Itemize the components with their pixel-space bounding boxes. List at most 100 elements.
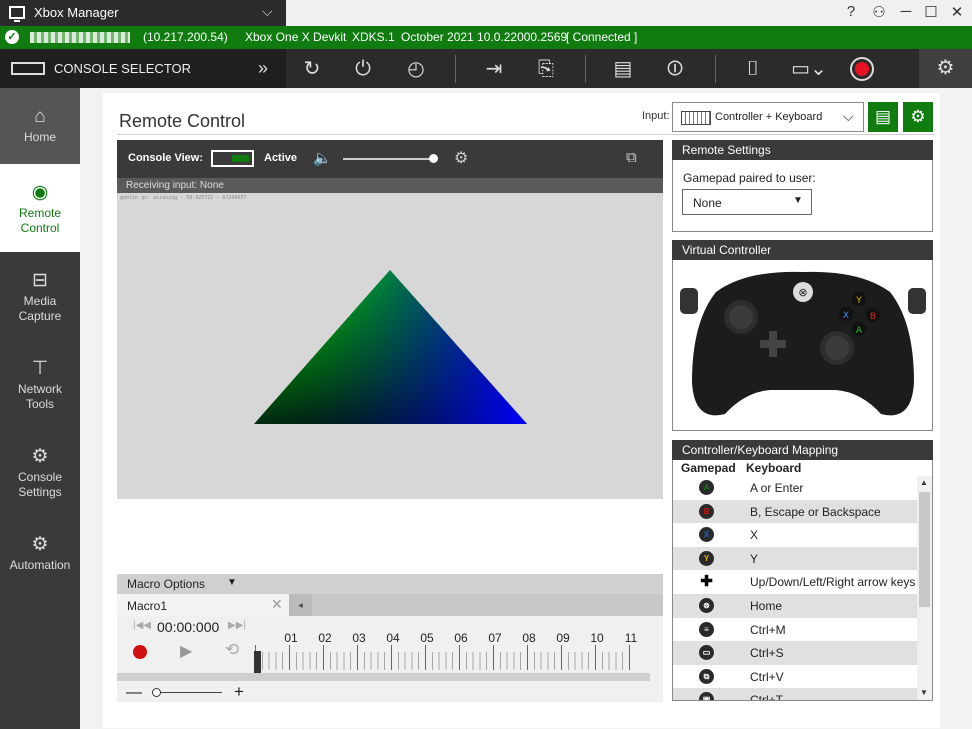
add-macro-tab-icon[interactable]: ◂: [289, 594, 312, 616]
clipboard-icon: ▤: [874, 107, 892, 126]
nav-home[interactable]: ⌂ Home: [0, 88, 80, 164]
macro-tab-label: Macro1: [127, 599, 168, 613]
gamepad-button-icon: Y: [699, 550, 714, 566]
timeline-ruler-major: [255, 645, 635, 670]
nav-media-capture[interactable]: ⊟ Media Capture: [0, 252, 80, 340]
virtual-controller[interactable]: ⊗ Y X B A: [676, 262, 930, 428]
video-icon[interactable]: ▭⌄: [789, 55, 829, 83]
mapping-row: ≡ Ctrl+M: [673, 618, 917, 642]
title-bar: Xbox Manager ⌵ ? ⚇ ─ ☐ ✕: [0, 0, 972, 26]
zoom-slider-track[interactable]: [152, 692, 222, 693]
debug-overlay-text: goblin qc: aliasing - 59.925721 - 672666…: [120, 195, 247, 201]
connection-state: [ Connected ]: [566, 30, 638, 44]
timeline-scrollbar[interactable]: [117, 673, 650, 681]
nav-network-tools[interactable]: ⊤ Network Tools: [0, 340, 80, 428]
file-explorer-icon[interactable]: ⎘: [532, 55, 560, 83]
mapping-header: Gamepad Keyboard: [673, 460, 917, 476]
timeline-tick: 06: [454, 631, 468, 645]
close-tab-icon[interactable]: ✕: [271, 596, 283, 613]
maximize-button[interactable]: ☐: [920, 3, 942, 21]
timeline-playhead[interactable]: [254, 651, 261, 673]
keyboard-mapping: A or Enter: [750, 481, 804, 495]
zoom-out-button[interactable]: —: [126, 684, 142, 702]
timer-icon[interactable]: ◴: [402, 55, 430, 83]
timeline-tick: 10: [590, 631, 604, 645]
macro-tab[interactable]: Macro1 ✕: [117, 594, 289, 616]
nav-console-settings[interactable]: ⚙ Console Settings: [0, 428, 80, 516]
macro-loop-icon[interactable]: ⟲: [225, 640, 239, 660]
reboot-icon[interactable]: ⏼: [661, 55, 689, 83]
console-type: Xbox One X Devkit: [245, 30, 347, 44]
help-icon[interactable]: ?: [840, 3, 862, 20]
volume-slider[interactable]: [343, 154, 438, 163]
triangle-down-icon: ▼: [793, 195, 803, 206]
keyboard-mapping: B, Escape or Backspace: [750, 504, 881, 519]
network-icon: ⊤: [31, 358, 49, 379]
settings-icon[interactable]: ⚙: [919, 49, 972, 88]
input-info-button[interactable]: ▤: [868, 102, 898, 132]
timeline-tick: 11: [624, 631, 638, 645]
mapping-row: XX: [673, 523, 917, 547]
feedback-icon[interactable]: ⚇: [868, 3, 890, 21]
keyboard-mapping: X: [750, 528, 759, 543]
media-icon: ⊟: [32, 270, 48, 291]
mapping-row: ⊗ Home: [673, 594, 917, 618]
timeline-tick: 04: [386, 631, 400, 645]
app-tab[interactable]: Xbox Manager ⌵: [0, 0, 286, 26]
nav-automation[interactable]: ⚙ Automation: [0, 516, 80, 596]
console-selector[interactable]: CONSOLE SELECTOR »: [0, 49, 286, 88]
gamepad-button-icon: X: [699, 527, 714, 543]
keyboard-mapping: Ctrl+S: [750, 646, 784, 661]
double-chevron-right-icon[interactable]: »: [258, 58, 268, 79]
mapping-row: ⧉ Ctrl+V: [673, 665, 917, 689]
input-settings-button[interactable]: ⚙: [903, 102, 933, 132]
triangle-down-icon: ▼: [227, 577, 237, 588]
gamepad-button-icon: B: [699, 503, 714, 519]
volume-icon[interactable]: 🔈: [313, 149, 332, 167]
deploy-icon[interactable]: ⇥: [480, 55, 508, 83]
skip-forward-icon[interactable]: ▶▶|: [228, 620, 246, 631]
svg-text:Y: Y: [855, 296, 862, 306]
gamepad-user-select[interactable]: None ▼: [682, 189, 812, 215]
scrollbar-thumb[interactable]: [919, 492, 930, 607]
power-icon[interactable]: ⏻: [349, 55, 377, 83]
keyboard-column-header: Keyboard: [746, 461, 802, 475]
mapping-title: Controller/Keyboard Mapping: [672, 440, 933, 460]
volume-slider-thumb[interactable]: [429, 154, 438, 163]
capture-screenshot-icon[interactable]: ▤: [609, 55, 637, 83]
chevron-down-icon[interactable]: ⌵: [262, 3, 273, 20]
skip-back-icon[interactable]: |◀◀: [133, 620, 151, 631]
console-view-toggle[interactable]: [211, 150, 254, 167]
mapping-scrollbar[interactable]: ▲ ▼: [917, 476, 932, 700]
scroll-up-icon[interactable]: ▲: [920, 478, 928, 487]
redacted-console-name: [30, 32, 130, 46]
minimize-button[interactable]: ─: [895, 3, 917, 20]
console-view-state: Active: [264, 152, 298, 164]
title-divider: [117, 134, 935, 135]
camera-icon[interactable]: ⌷: [739, 55, 767, 83]
input-mode-select[interactable]: Controller + Keyboard ⌵: [672, 102, 864, 132]
macro-record-button[interactable]: [133, 645, 147, 659]
zoom-in-button[interactable]: +: [234, 682, 244, 702]
view-settings-gear-icon[interactable]: ⚙: [454, 148, 468, 168]
nav-remote-control[interactable]: ◉ Remote Control: [0, 164, 80, 252]
mapping-row: A A or Enter: [673, 476, 917, 500]
keyboard-mapping: Home: [750, 599, 783, 613]
macro-play-button[interactable]: ▶: [180, 641, 192, 661]
triangle-render: [254, 270, 527, 424]
svg-text:⊗: ⊗: [798, 286, 807, 299]
popout-icon[interactable]: ⧉: [626, 149, 637, 166]
console-video-stream[interactable]: [117, 193, 663, 499]
scroll-down-icon[interactable]: ▼: [920, 688, 928, 697]
macro-options-header[interactable]: Macro Options ▼: [117, 574, 663, 594]
svg-text:B: B: [870, 312, 876, 322]
restart-icon[interactable]: ↻: [298, 55, 326, 83]
gamepad-button-icon: ▣: [699, 692, 714, 700]
close-button[interactable]: ✕: [946, 3, 968, 21]
gamepad-button-icon: ≡: [699, 621, 714, 637]
zoom-slider-thumb[interactable]: [152, 688, 161, 697]
record-icon[interactable]: [848, 55, 876, 83]
receiving-input-status: Receiving input: None: [117, 178, 663, 193]
record-circle-icon: [850, 57, 874, 81]
nav-label: Console Settings: [17, 470, 63, 499]
